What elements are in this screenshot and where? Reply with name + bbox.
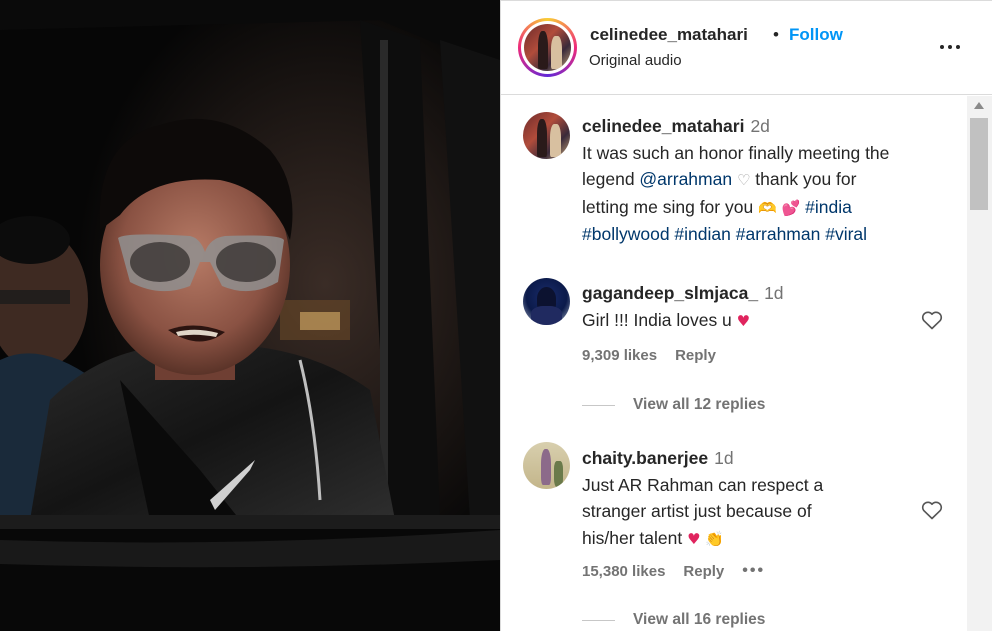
replies-divider bbox=[582, 404, 615, 406]
scrollbar-thumb[interactable] bbox=[970, 118, 988, 210]
author-username[interactable]: celinedee_matahari bbox=[590, 25, 748, 45]
follow-button[interactable]: Follow bbox=[789, 25, 843, 45]
red-heart-emoji-icon: ♥ bbox=[687, 529, 701, 548]
red-heart-emoji-icon: ♥ bbox=[736, 311, 751, 330]
hashtag-india[interactable]: #india bbox=[800, 197, 852, 217]
view-replies-label: View all 12 replies bbox=[633, 396, 766, 413]
heart-outline-icon[interactable] bbox=[919, 498, 945, 522]
view-replies-button[interactable]: View all 16 replies bbox=[582, 611, 765, 629]
comment-line-2: stranger artist just because of bbox=[582, 501, 812, 521]
white-heart-emoji-icon: ♡ bbox=[736, 171, 751, 189]
reply-button[interactable]: Reply bbox=[683, 563, 724, 580]
caption-line-2-text: legend bbox=[582, 169, 640, 189]
comment-likes[interactable]: 9,309 likes bbox=[582, 347, 657, 364]
post-panel: celinedee_matahari • Follow Original aud… bbox=[500, 0, 992, 631]
comment-body: Girl !!! India loves u bbox=[582, 309, 732, 330]
replies-divider bbox=[582, 619, 615, 621]
caption-hashtags[interactable]: #bollywood #indian #arrahman #viral bbox=[582, 221, 962, 248]
caption-text: celinedee_matahari 2d It was such an hono… bbox=[582, 113, 962, 248]
heart-outline-icon[interactable] bbox=[919, 308, 945, 332]
comment-line-1: Just AR Rahman can respect a bbox=[582, 474, 824, 495]
two-hearts-emoji-icon: 💕 bbox=[781, 198, 801, 217]
original-audio-link[interactable]: Original audio bbox=[589, 52, 682, 69]
clapping-hands-emoji-icon: 👏 bbox=[705, 529, 725, 548]
comment-line-3: his/her talent bbox=[582, 527, 683, 548]
heart-hands-emoji-icon: 🫶 bbox=[758, 198, 777, 217]
caption-line-2: legend @arrahman ♡ thank you for bbox=[582, 166, 962, 194]
ellipsis-icon[interactable] bbox=[935, 39, 965, 55]
ellipsis-icon[interactable]: ••• bbox=[742, 562, 765, 580]
scroll-up-arrow-icon[interactable] bbox=[974, 102, 984, 109]
comment-likes[interactable]: 15,380 likes bbox=[582, 563, 665, 580]
view-replies-label: View all 16 replies bbox=[633, 611, 766, 628]
commenter-avatar[interactable] bbox=[523, 442, 570, 489]
comments-list: celinedee_matahari 2d It was such an hono… bbox=[501, 96, 967, 631]
caption-username[interactable]: celinedee_matahari bbox=[582, 116, 744, 136]
separator-dot: • bbox=[773, 25, 779, 44]
commenter-username[interactable]: gagandeep_slmjaca_ bbox=[582, 283, 758, 303]
video-frame-image bbox=[0, 0, 500, 631]
comment-text: chaity.banerjee 1d Just AR Rahman can res… bbox=[582, 445, 912, 552]
caption-line-1: It was such an honor finally meeting the bbox=[582, 142, 890, 163]
author-avatar-image bbox=[524, 24, 571, 71]
comment-text: gagandeep_slmjaca_ 1d Girl !!! India love… bbox=[582, 280, 912, 334]
post-header: celinedee_matahari • Follow Original aud… bbox=[501, 1, 992, 95]
reel-video[interactable] bbox=[0, 0, 500, 631]
comment-meta: 15,380 likes Reply ••• bbox=[582, 562, 765, 580]
reply-button[interactable]: Reply bbox=[675, 347, 716, 364]
comment-time: 1d bbox=[714, 448, 734, 468]
caption-author-avatar[interactable] bbox=[523, 112, 570, 159]
caption-line-3-text: letting me sing for you bbox=[582, 196, 759, 217]
comments-scrollbar[interactable] bbox=[967, 96, 992, 631]
comment-time: 1d bbox=[764, 283, 784, 303]
commenter-avatar[interactable] bbox=[523, 278, 570, 325]
caption-time: 2d bbox=[750, 116, 770, 136]
caption-line-2-tail: thank you for bbox=[750, 169, 857, 189]
view-replies-button[interactable]: View all 12 replies bbox=[582, 396, 765, 414]
author-avatar[interactable] bbox=[518, 18, 577, 77]
mention-arrahman[interactable]: @arrahman bbox=[639, 169, 732, 189]
comment-meta: 9,309 likes Reply bbox=[582, 347, 716, 364]
caption-line-3: letting me sing for you 🫶 💕 #india bbox=[582, 194, 962, 222]
commenter-username[interactable]: chaity.banerjee bbox=[582, 448, 708, 468]
